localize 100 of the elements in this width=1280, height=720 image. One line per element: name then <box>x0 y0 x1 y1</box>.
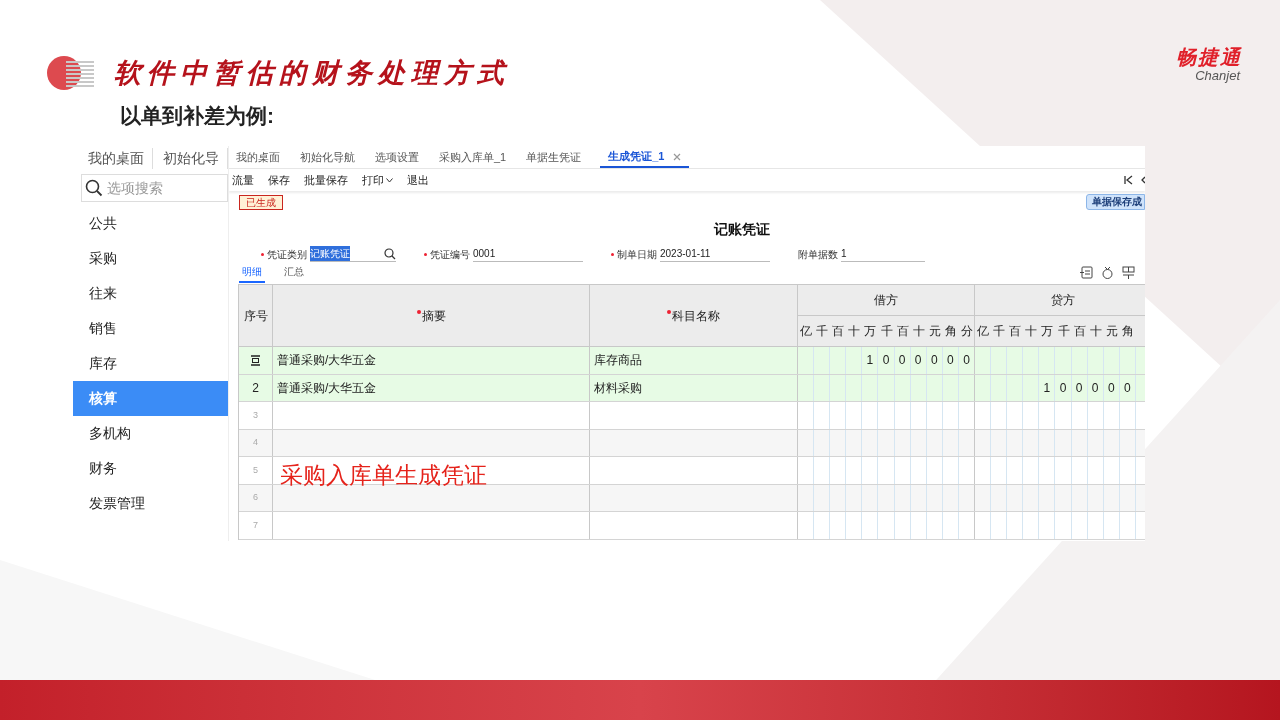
window-tab[interactable]: 初始化导航 <box>299 147 356 168</box>
column-title: 序号 <box>243 307 268 325</box>
toolbar-button[interactable]: 退出 <box>407 171 429 189</box>
digit-header: 千 <box>815 322 830 340</box>
window-tab[interactable]: 我的桌面 <box>235 147 281 168</box>
menu-item[interactable]: 采购 <box>73 241 228 276</box>
row-number: 5 <box>253 463 258 477</box>
table-cell-text: 普通采购/大华五金 <box>277 352 377 370</box>
digit-header: 角 <box>1120 322 1135 340</box>
app-tab[interactable]: 我的桌面 <box>88 148 153 169</box>
voucher-title: 记账凭证 <box>714 220 770 239</box>
form-field[interactable]: 0001 <box>473 246 583 262</box>
amount-digit: 0 <box>914 352 922 370</box>
menu-item[interactable]: 往来 <box>73 276 228 311</box>
brand-name: 畅捷通 <box>1176 46 1242 67</box>
callout-text: 采购入库单生成凭证 <box>280 461 487 490</box>
slide-subtitle: 以单到补差为例: <box>120 103 274 130</box>
digit-header: 亿 <box>799 322 814 340</box>
brand-latin: Chanjet <box>1195 68 1240 82</box>
form-field[interactable]: 1 <box>841 246 925 262</box>
required-icon <box>667 309 671 314</box>
required-icon <box>416 309 421 314</box>
digit-header: 万 <box>1040 322 1055 340</box>
window-tab[interactable]: 单据生凭证 <box>525 147 583 168</box>
window-tab[interactable]: 生成凭证_1 <box>600 147 689 168</box>
field-label: 凭证类别 <box>261 247 307 262</box>
amount-digit: 0 <box>963 352 970 370</box>
notice-badge: 单据保存成 <box>1086 194 1145 210</box>
table-cell-text: 普通采购/大华五金 <box>277 379 377 397</box>
digit-header: 千 <box>879 322 894 340</box>
first-page-icon[interactable] <box>1124 175 1133 185</box>
previous-icon[interactable] <box>1141 175 1145 185</box>
amount-digit: 0 <box>1091 379 1099 397</box>
menu-item[interactable]: 发票管理 <box>73 486 228 521</box>
toolbar-button[interactable]: 流量 <box>232 171 254 189</box>
amount-digit: 0 <box>898 352 906 370</box>
amount-digit: 0 <box>1059 379 1067 397</box>
column-title: 科目名称 <box>672 307 720 325</box>
menu-item[interactable]: 销售 <box>73 311 228 346</box>
amount-digit: 0 <box>1075 379 1083 397</box>
close-icon[interactable] <box>672 152 681 161</box>
column-group-title: 借方 <box>874 291 898 309</box>
detail-tab[interactable]: 明细 <box>239 264 265 283</box>
digit-header: 十 <box>911 322 926 340</box>
field-label: 附单据数 <box>798 248 838 262</box>
digit-header: 千 <box>1056 322 1071 340</box>
layout-icon[interactable] <box>1122 266 1135 279</box>
form-field[interactable]: 2023-01-11 <box>660 246 770 262</box>
row-number: 7 <box>253 518 258 532</box>
row-number: 3 <box>253 408 258 422</box>
digit-header: 十 <box>1088 322 1103 340</box>
digit-header: 元 <box>1104 322 1119 340</box>
detail-tab[interactable]: 汇总 <box>281 264 307 283</box>
money-bag-icon[interactable] <box>1101 266 1114 279</box>
table-cell-text: 材料采购 <box>594 379 642 397</box>
amount-digit: 0 <box>1124 379 1131 397</box>
window-tab[interactable]: 选项设置 <box>374 147 420 168</box>
search-field[interactable]: 选项搜索 <box>81 174 228 202</box>
row-number: 2 <box>252 379 259 397</box>
column-group-title: 贷方 <box>1051 291 1075 309</box>
caret-icon <box>386 177 393 183</box>
amount-digit: 0 <box>930 352 938 370</box>
menu-item[interactable]: 财务 <box>73 451 228 486</box>
amount-digit: 0 <box>882 352 890 370</box>
field-value: 0001 <box>473 247 496 261</box>
digit-header: 分 <box>960 322 974 340</box>
digit-header: 百 <box>895 322 910 340</box>
digit-header: 千 <box>992 322 1007 340</box>
amount-digit: 0 <box>1107 379 1115 397</box>
digit-header: 百 <box>1008 322 1023 340</box>
amount-digit: 1 <box>1043 379 1051 397</box>
status-badge: 已生成 <box>239 194 283 210</box>
menu-item[interactable]: 公共 <box>73 206 228 241</box>
digit-header: 亿 <box>976 322 991 340</box>
window-tab[interactable]: 采购入库单_1 <box>438 147 508 168</box>
row-pointer-icon <box>250 354 261 366</box>
row-number: 4 <box>253 436 258 449</box>
digit-header: 万 <box>863 322 878 340</box>
menu-item[interactable]: 多机构 <box>73 416 228 451</box>
toolbar-button[interactable]: 打印 <box>362 171 393 189</box>
table-cell-text: 库存商品 <box>594 352 642 370</box>
field-value: 2023-01-11 <box>660 247 711 261</box>
field-value: 1 <box>841 247 847 261</box>
logo-icon <box>46 55 96 91</box>
amount-digit: 1 <box>866 352 874 370</box>
column-title: 摘要 <box>421 307 446 325</box>
toolbar-button[interactable]: 批量保存 <box>304 171 348 189</box>
field-label: 制单日期 <box>611 247 657 262</box>
digit-header: 百 <box>1072 322 1087 340</box>
amount-digit: 0 <box>947 352 954 370</box>
search-icon[interactable] <box>384 247 396 260</box>
field-value: 记账凭证 <box>310 246 350 261</box>
slide-title: 软件中暂估的财务处理方式 <box>114 55 510 90</box>
row-number: 6 <box>253 491 258 504</box>
toolbar-button[interactable]: 保存 <box>268 171 290 189</box>
search-icon <box>85 179 103 197</box>
menu-item[interactable]: 库存 <box>73 346 228 381</box>
field-label: 凭证编号 <box>424 247 470 262</box>
form-field[interactable]: 记账凭证 <box>310 246 396 262</box>
insert-row-icon[interactable] <box>1080 266 1093 279</box>
